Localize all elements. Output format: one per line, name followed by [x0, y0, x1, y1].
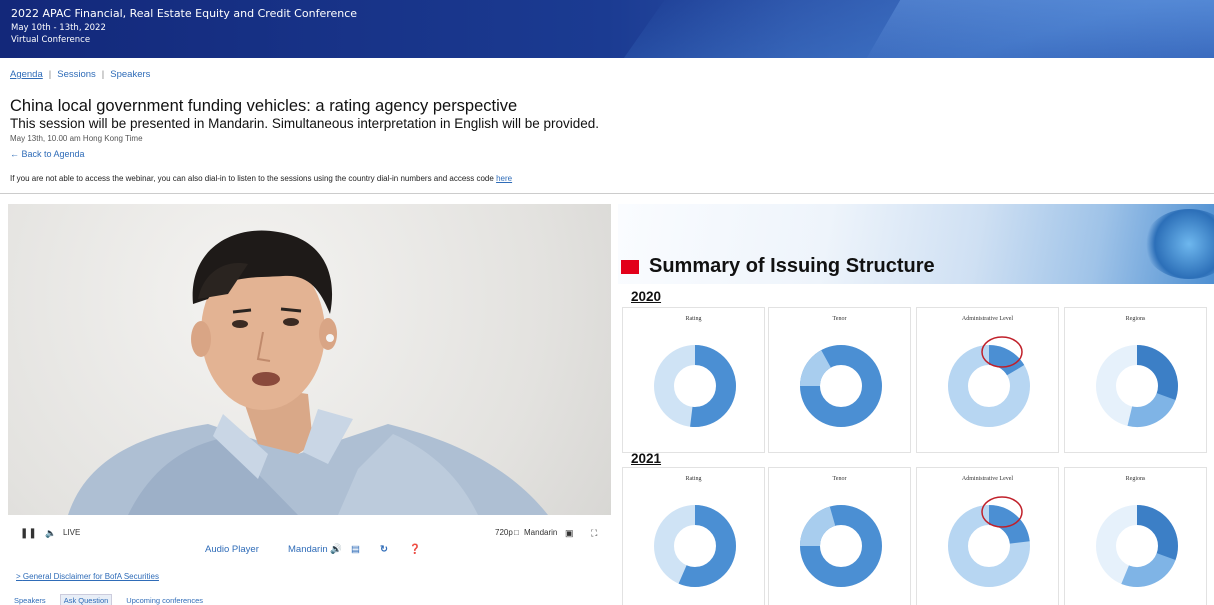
back-to-agenda-label: Back to Agenda — [21, 149, 85, 159]
conference-dates: May 10th - 13th, 2022 — [11, 23, 106, 33]
donut-chart-admin-level-2020: Administrative Level — [916, 307, 1059, 453]
slide-title: Summary of Issuing Structure — [649, 255, 935, 277]
back-arrow-icon: ← — [10, 149, 22, 159]
pause-icon[interactable]: ❚❚ — [20, 528, 37, 539]
mandarin-audio-label: Mandarin — [288, 544, 328, 555]
fullscreen-icon[interactable]: ⛶ — [591, 528, 597, 539]
donut-chart-admin-level-2021: Administrative Level — [916, 467, 1059, 605]
mandarin-audio-button[interactable]: Mandarin 🔊 — [288, 544, 342, 555]
session-date: May 13th, 10.00 am Hong Kong Time — [10, 134, 143, 143]
year-2020-label: 2020 — [631, 289, 662, 304]
divider — [0, 193, 1214, 194]
donut-admin-2020 — [948, 336, 1030, 427]
donut-chart-tenor-2021: Tenor — [768, 467, 911, 605]
nav-separator: | — [101, 69, 105, 80]
conference-banner: 2022 APAC Financial, Real Estate Equity … — [0, 0, 1214, 58]
top-nav: Agenda | Sessions | Speakers — [10, 69, 150, 80]
pip-icon[interactable]: ▣ — [565, 528, 574, 539]
back-to-agenda-link[interactable]: ← Back to Agenda — [10, 149, 85, 159]
bottom-tabs: Speakers Ask Question Upcoming conferences — [14, 594, 217, 605]
globe-graphic — [1144, 209, 1214, 279]
tab-upcoming-conferences[interactable]: Upcoming conferences — [126, 596, 203, 605]
video-player[interactable] — [8, 204, 611, 515]
donut-regions-2020 — [1096, 345, 1178, 427]
dialin-notice: If you are not able to access the webina… — [10, 174, 512, 183]
donut-chart-regions-2021: Regions — [1064, 467, 1207, 605]
volume-icon[interactable]: 🔈 — [45, 528, 56, 539]
dialin-text: If you are not able to access the webina… — [10, 174, 494, 183]
session-title: China local government funding vehicles:… — [10, 97, 518, 115]
donut-regions-2021 — [1096, 505, 1178, 587]
nav-sessions-link[interactable]: Sessions — [57, 69, 96, 80]
conference-title: 2022 APAC Financial, Real Estate Equity … — [11, 7, 358, 20]
language-icon: □ — [514, 528, 519, 537]
donut-chart-regions-2020: Regions — [1064, 307, 1207, 453]
donut-chart-tenor-2020: Tenor — [768, 307, 911, 453]
donut-rating-2020 — [654, 345, 736, 427]
disclaimer-link[interactable]: > General Disclaimer for BofA Securities — [16, 572, 159, 581]
language-selector[interactable]: Mandarin — [524, 528, 557, 537]
disclaimer-label: General Disclaimer for BofA Securities — [22, 572, 159, 581]
donut-admin-2021 — [948, 496, 1030, 587]
donut-tenor-2021 — [800, 505, 882, 587]
dialin-here-link[interactable]: here — [496, 174, 512, 183]
nav-speakers-link[interactable]: Speakers — [110, 69, 150, 80]
donut-chart-rating-2021: Rating — [622, 467, 765, 605]
quality-selector[interactable]: 720p — [495, 528, 513, 537]
live-indicator: LIVE — [63, 528, 81, 537]
nav-agenda-link[interactable]: Agenda — [10, 69, 43, 80]
donut-rating-2021 — [654, 505, 736, 587]
nav-separator: | — [48, 69, 52, 80]
speaker-icon: 🔊 — [330, 544, 343, 555]
help-icon[interactable]: ❓ — [409, 544, 421, 555]
audio-player-link[interactable]: Audio Player — [205, 544, 259, 555]
speaker-video-frame — [68, 230, 548, 515]
chevron-right-icon: > — [16, 572, 23, 581]
captions-icon[interactable]: ▤ — [351, 544, 360, 555]
refresh-icon[interactable]: ↻ — [380, 544, 388, 555]
tab-speakers[interactable]: Speakers — [14, 596, 46, 605]
slide-title-marker — [621, 260, 639, 274]
donut-chart-rating-2020: Rating — [622, 307, 765, 453]
banner-decoration-2 — [854, 0, 1214, 58]
conference-type: Virtual Conference — [11, 35, 91, 45]
tab-ask-question[interactable]: Ask Question — [59, 594, 113, 605]
session-subtitle: This session will be presented in Mandar… — [10, 116, 600, 131]
presentation-slide: Summary of Issuing Structure 2020 2021 R… — [618, 204, 1214, 605]
donut-tenor-2020 — [800, 345, 882, 427]
